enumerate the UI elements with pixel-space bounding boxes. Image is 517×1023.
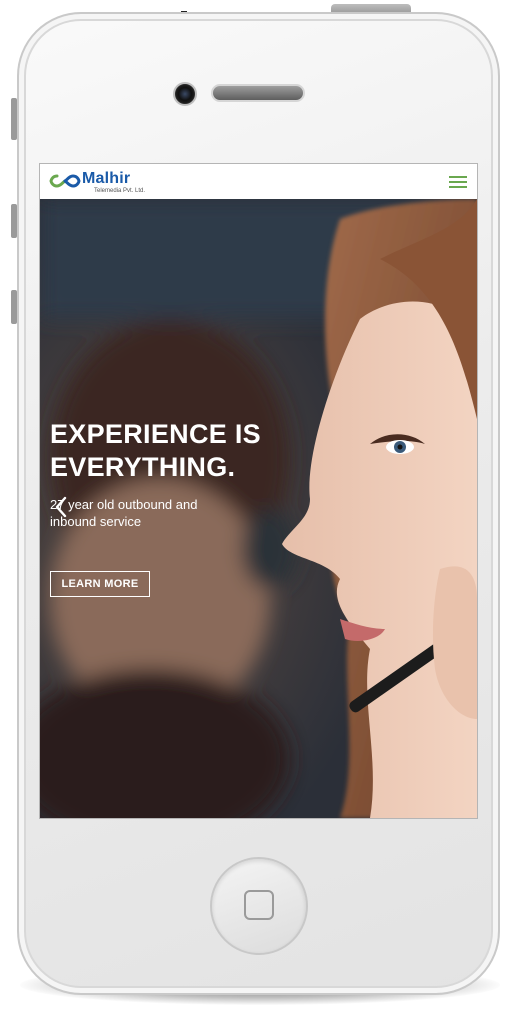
earpiece-speaker	[211, 84, 305, 102]
chevron-left-icon[interactable]	[54, 495, 68, 519]
hero-title-line-2: EVERYTHING.	[50, 452, 236, 482]
hamburger-menu-icon[interactable]	[449, 176, 467, 188]
front-camera	[173, 82, 197, 106]
home-button[interactable]	[210, 857, 308, 955]
brand-tagline: Telemedia Pvt. Ltd.	[94, 188, 146, 194]
site-header: Malhir Telemedia Pvt. Ltd.	[40, 164, 477, 200]
hero-subtitle: 27 year old outbound and inbound service	[50, 497, 198, 529]
learn-more-button[interactable]: LEARN MORE	[50, 571, 150, 597]
infinity-logo-icon	[49, 174, 81, 188]
brand-logo[interactable]: Malhir Telemedia Pvt. Ltd.	[49, 169, 159, 195]
hero-title: EXPERIENCE IS EVERYTHING.	[50, 418, 261, 484]
brand-name: Malhir	[82, 170, 131, 187]
phone-screen: Malhir Telemedia Pvt. Ltd. EXPERIENCE IS…	[39, 163, 478, 819]
home-square-icon	[244, 890, 274, 920]
hero-title-line-1: EXPERIENCE IS	[50, 419, 261, 449]
page-stage: Malhir Telemedia Pvt. Ltd. EXPERIENCE IS…	[0, 0, 517, 1023]
hero-banner: EXPERIENCE IS EVERYTHING. 27 year old ou…	[40, 199, 477, 818]
